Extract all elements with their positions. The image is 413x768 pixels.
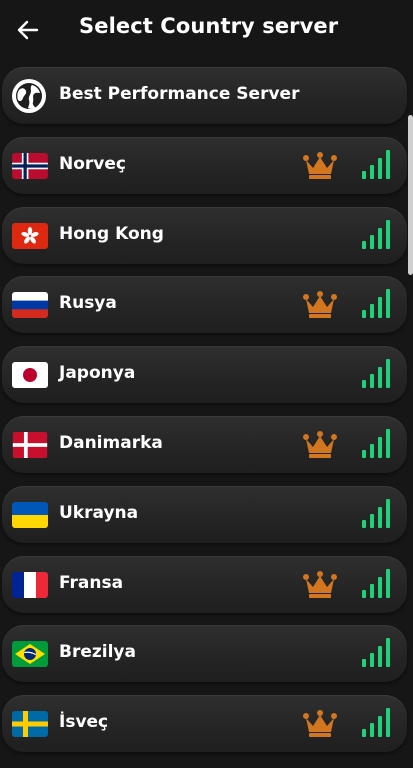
premium-crown-icon	[302, 709, 338, 739]
signal-strength-icon	[362, 498, 392, 529]
signal-strength-icon	[362, 149, 392, 180]
server-row[interactable]: Rusya	[2, 276, 407, 334]
globe-icon	[11, 78, 47, 114]
server-name: İsveç	[59, 712, 109, 733]
france-flag-icon	[12, 571, 48, 598]
signal-strength-icon	[362, 219, 392, 250]
denmark-flag-icon	[12, 432, 48, 458]
signal-strength-icon	[362, 289, 392, 319]
server-name: Brezilya	[59, 642, 136, 663]
server-row[interactable]: Fransa	[2, 555, 407, 613]
signal-strength-icon	[362, 568, 392, 599]
premium-crown-icon	[302, 430, 338, 460]
signal-strength-icon	[362, 429, 392, 459]
premium-crown-icon	[302, 570, 338, 600]
best-performance-label: Best Performance Server	[59, 84, 300, 104]
russia-flag-icon	[12, 292, 48, 319]
server-row[interactable]: İsveç	[2, 695, 407, 753]
ukraine-flag-icon	[12, 501, 48, 528]
server-row[interactable]: Ukrayna	[2, 485, 407, 543]
page-title: Select Country server	[79, 14, 339, 38]
norway-flag-icon	[12, 152, 48, 179]
server-row[interactable]: Norveç	[2, 136, 407, 194]
server-name: Fransa	[59, 572, 124, 593]
hong-kong-flag-icon	[12, 222, 48, 249]
server-row[interactable]: Brezilya	[2, 625, 407, 683]
server-name: Norveç	[59, 153, 126, 174]
japan-flag-icon	[12, 362, 48, 389]
server-row[interactable]: Danimarka	[2, 416, 407, 473]
premium-crown-icon	[302, 151, 338, 181]
server-name: Japonya	[59, 363, 136, 384]
sweden-flag-icon	[12, 711, 48, 738]
server-name: Danimarka	[59, 433, 163, 453]
premium-crown-icon	[302, 290, 338, 320]
signal-strength-icon	[362, 359, 392, 389]
back-arrow-icon[interactable]	[14, 16, 42, 44]
server-row[interactable]: Hong Kong	[2, 206, 407, 264]
best-performance-server-row[interactable]: Best Performance Server	[2, 67, 407, 124]
brazil-flag-icon	[12, 641, 48, 668]
app-header: Select Country server	[0, 0, 413, 60]
signal-strength-icon	[362, 708, 392, 738]
scrollbar[interactable]	[408, 115, 413, 275]
server-name: Hong Kong	[59, 223, 164, 244]
server-name: Ukrayna	[59, 502, 139, 523]
signal-strength-icon	[362, 638, 392, 668]
server-row[interactable]: Japonya	[2, 346, 407, 404]
server-name: Rusya	[59, 293, 117, 314]
